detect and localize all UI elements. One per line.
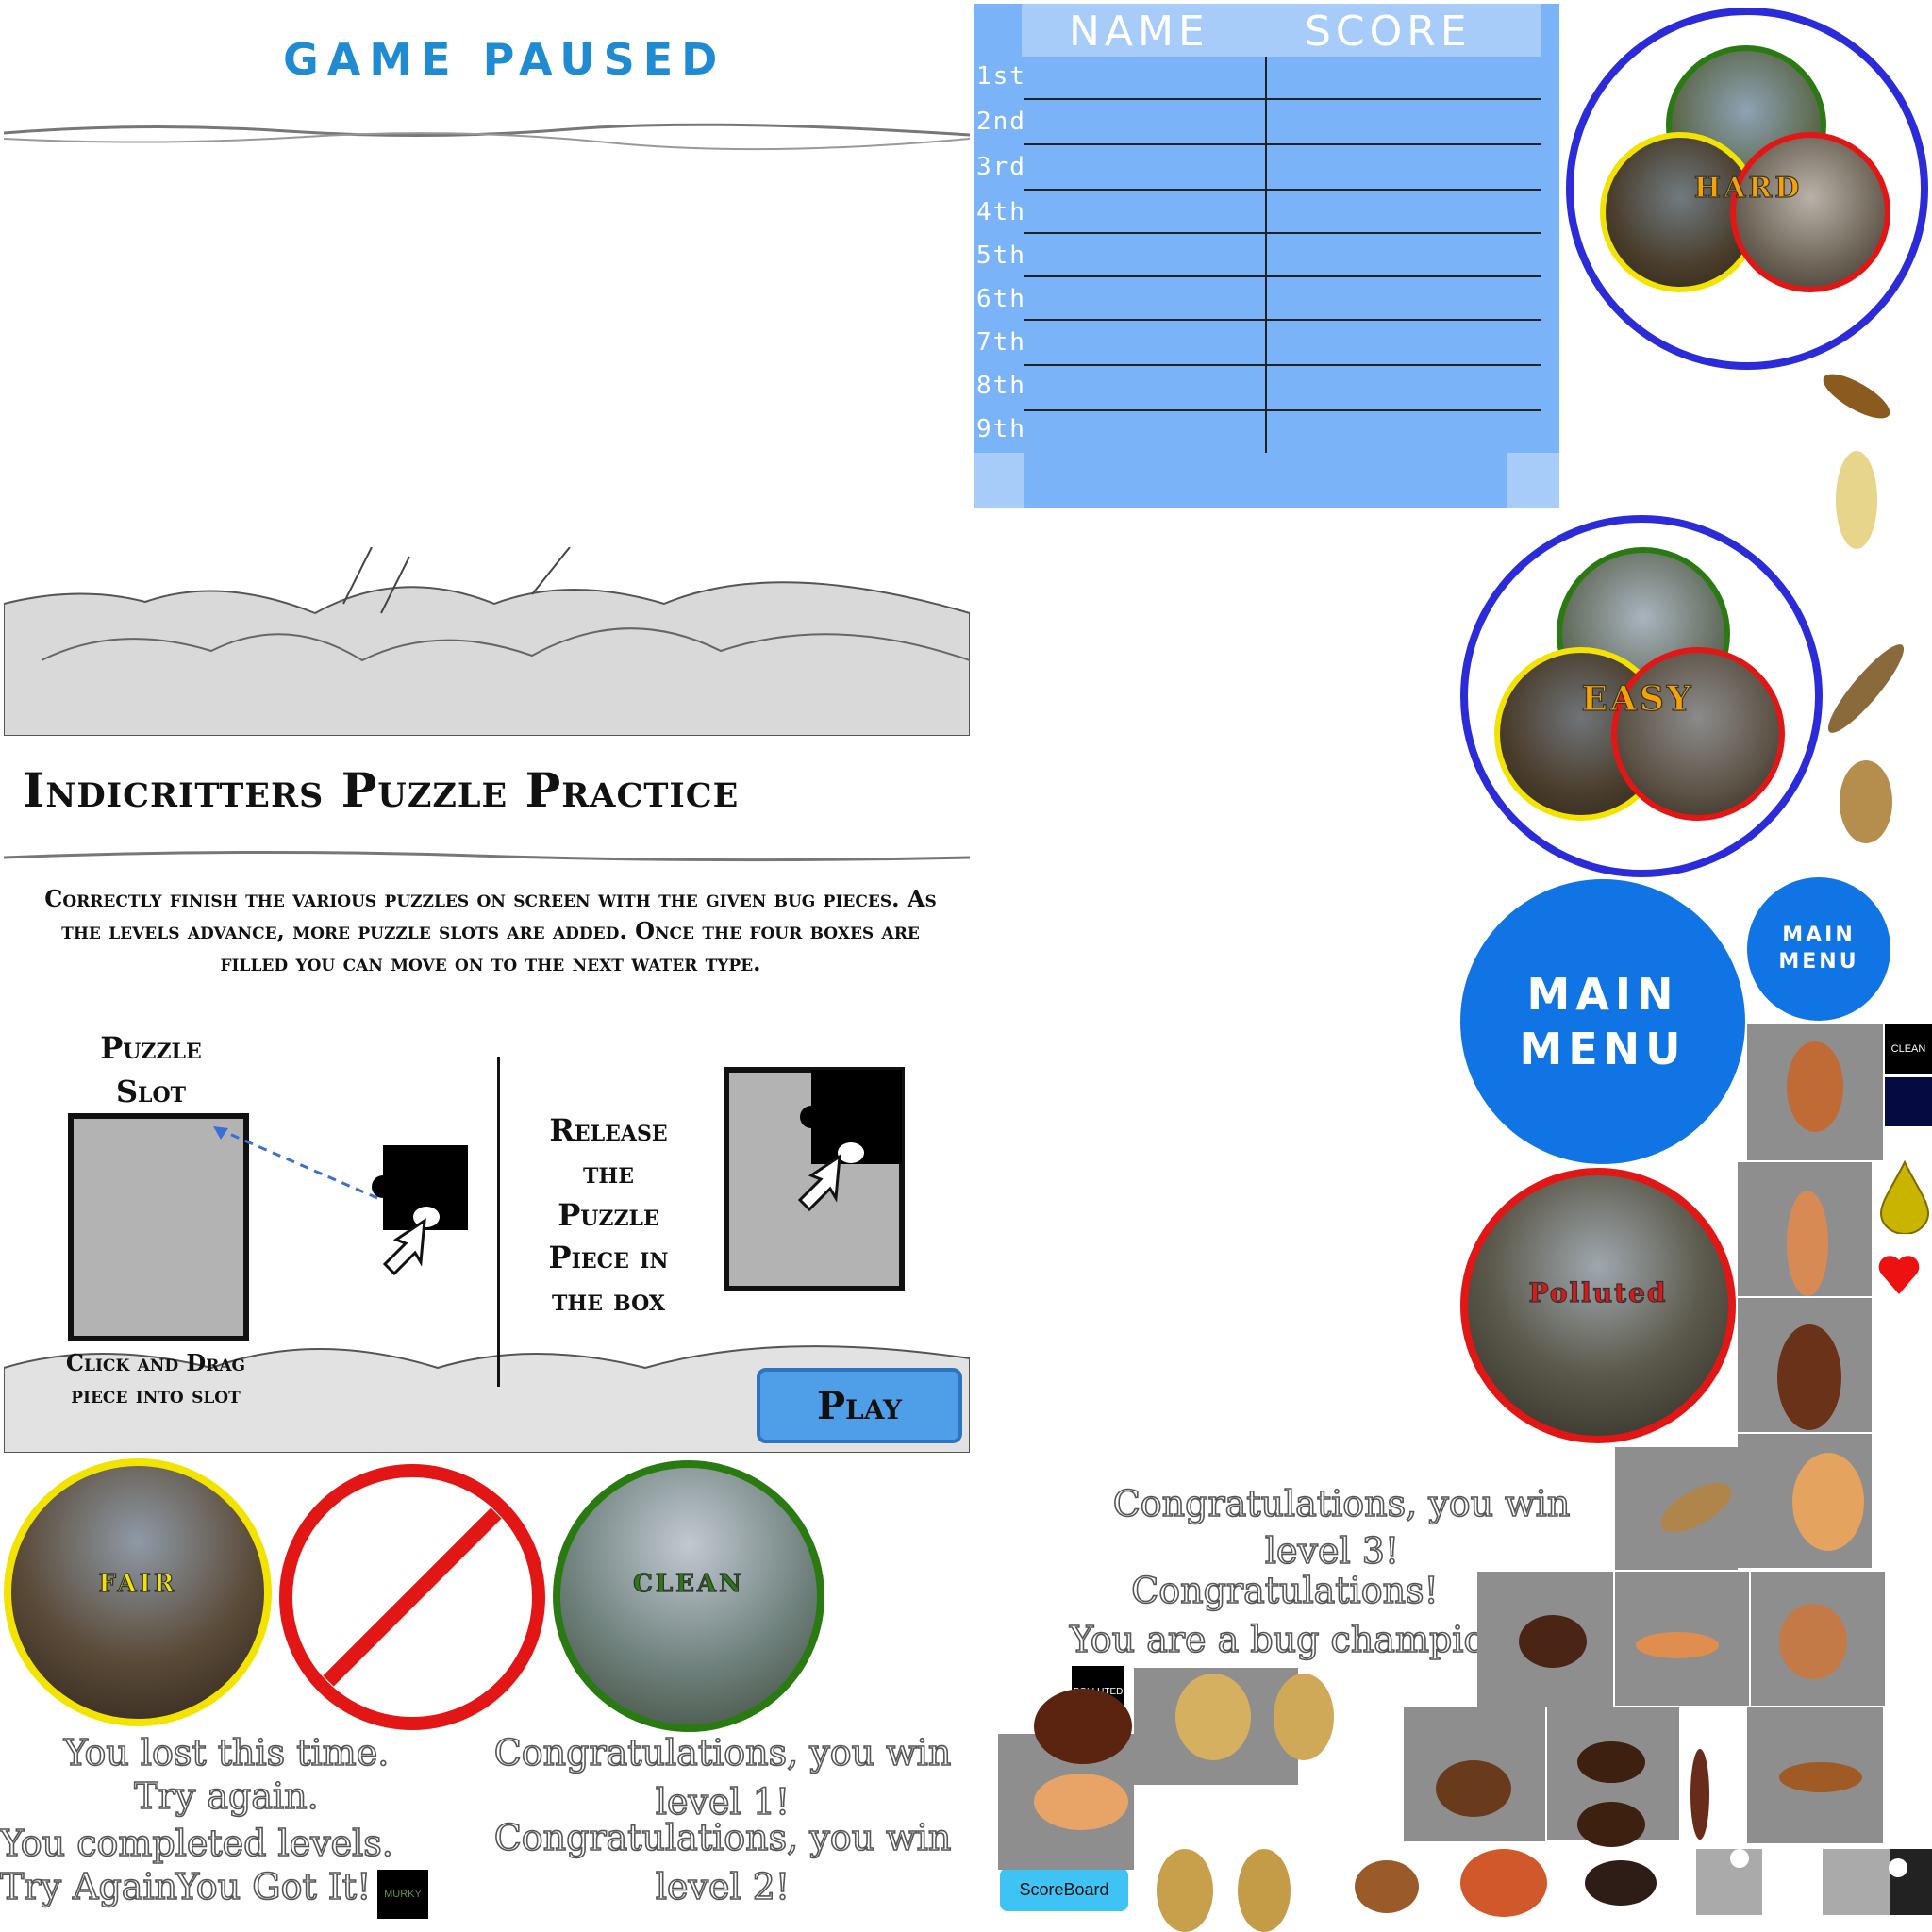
- tutorial-instructions: Correctly finish the various puzzles on …: [44, 885, 937, 976]
- name-column-header: NAME: [1069, 8, 1209, 56]
- game-paused-title: GAME PAUSED: [283, 34, 726, 85]
- play-button[interactable]: Play: [757, 1368, 962, 1443]
- row-line: [1024, 232, 1541, 234]
- water-photo-red: [1730, 132, 1890, 292]
- puzzle-piece-example: [372, 1145, 468, 1276]
- filled-slot-example: [724, 1067, 905, 1291]
- hard-difficulty-button[interactable]: HARD: [1566, 8, 1928, 370]
- try-again-message: Try Again: [0, 1865, 178, 1908]
- lost-message-line2: Try again.: [133, 1774, 319, 1818]
- murky-tag: MURKY: [377, 1870, 428, 1919]
- rank-label: 5th: [976, 242, 1026, 270]
- rank-label: 3rd: [976, 153, 1026, 181]
- top-sketch-line: [4, 123, 970, 151]
- fair-label: FAIR: [98, 1569, 177, 1598]
- win-level2-line2: level 2!: [655, 1865, 791, 1908]
- score-column-header: SCORE: [1305, 8, 1472, 56]
- got-it-message: You Got It!: [175, 1865, 372, 1908]
- rocks-sketch: [4, 547, 970, 736]
- puzzle-slot-label: Puzzle Slot: [100, 1030, 202, 1109]
- hard-label: HARD: [1693, 171, 1803, 205]
- mid-sketch-line: [4, 850, 970, 862]
- divider: [497, 1057, 500, 1387]
- row-line: [1024, 319, 1541, 321]
- row-line: [1024, 143, 1541, 145]
- rank-label: 6th: [976, 285, 1026, 313]
- win-level2-line1: Congratulations, you win: [493, 1816, 952, 1859]
- row-line: [1024, 275, 1541, 277]
- tutorial-title: Indicritters Puzzle Practice: [23, 762, 740, 818]
- no-symbol-icon: [279, 1464, 545, 1730]
- rank-label: 2nd: [976, 108, 1026, 136]
- row-line: [1024, 98, 1541, 100]
- bug-sprites: [1034, 374, 1932, 1932]
- drag-instruction: Click and Drag piece into slot: [65, 1349, 246, 1408]
- row-line: [1024, 189, 1541, 191]
- rank-label: 1st: [976, 62, 1026, 91]
- completed-levels-message: You completed levels.: [0, 1822, 394, 1865]
- clean-label: CLEAN: [633, 1569, 744, 1598]
- clean-water-button[interactable]: CLEAN: [553, 1460, 824, 1732]
- release-instruction: Release the Puzzle Piece in the box: [548, 1112, 669, 1318]
- fair-water-button[interactable]: FAIR: [4, 1458, 272, 1726]
- win-level1-line1: Congratulations, you win: [493, 1731, 952, 1774]
- rank-label: 7th: [976, 328, 1026, 357]
- rank-label: 4th: [976, 198, 1026, 226]
- lost-message-line1: You lost this time.: [63, 1731, 390, 1774]
